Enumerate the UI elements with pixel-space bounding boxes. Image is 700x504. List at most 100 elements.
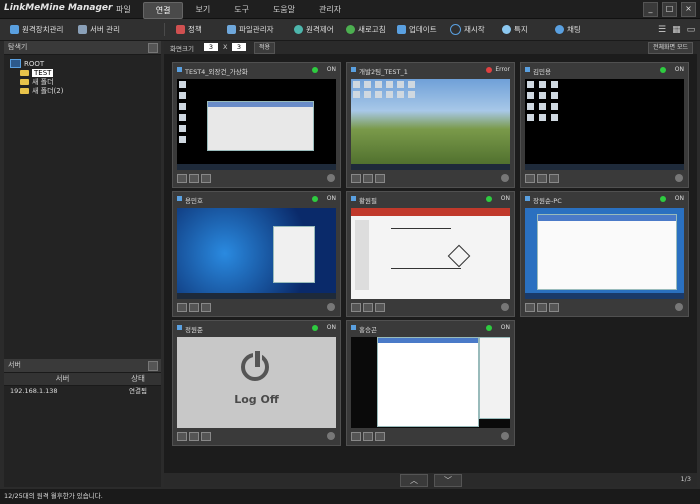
info-icon[interactable] bbox=[549, 303, 559, 312]
restart-button[interactable]: 재시작 bbox=[450, 23, 485, 36]
logoff-label: Log Off bbox=[234, 393, 279, 406]
card-actions bbox=[525, 303, 559, 312]
settings-icon[interactable] bbox=[675, 303, 683, 311]
device-screen[interactable] bbox=[525, 208, 684, 299]
table-row[interactable]: 192.168.1.138 연결됨 bbox=[4, 386, 161, 397]
device-screen[interactable] bbox=[177, 79, 336, 170]
settings-icon[interactable] bbox=[501, 174, 509, 182]
rows-input[interactable]: 3 bbox=[232, 43, 246, 51]
device-card[interactable]: TEST4_외장건_가상화 ON bbox=[172, 62, 341, 188]
settings-icon[interactable] bbox=[501, 303, 509, 311]
info-icon[interactable] bbox=[375, 303, 385, 312]
device-icon bbox=[351, 325, 356, 330]
view-mode-buttons: ☰ ▦ ▭ bbox=[658, 23, 695, 36]
settings-icon[interactable] bbox=[327, 303, 335, 311]
view-icon[interactable] bbox=[177, 303, 187, 312]
menu-view[interactable]: 보기 bbox=[183, 2, 222, 17]
control-icon[interactable] bbox=[189, 303, 199, 312]
remote-control-icon bbox=[294, 25, 303, 34]
col-status[interactable]: 상태 bbox=[115, 373, 161, 385]
remote-control-button[interactable]: 원격제어 bbox=[294, 23, 334, 36]
settings-icon[interactable] bbox=[675, 174, 683, 182]
card-header: 용민호 ON bbox=[173, 192, 340, 206]
device-card[interactable]: 김민용 ON bbox=[520, 62, 689, 188]
view-icon[interactable] bbox=[177, 174, 187, 183]
device-screen[interactable]: Log Off bbox=[177, 337, 336, 428]
apply-button[interactable]: 적용 bbox=[254, 42, 276, 54]
control-icon[interactable] bbox=[363, 432, 373, 441]
control-icon[interactable] bbox=[537, 174, 547, 183]
menu-admin[interactable]: 관리자 bbox=[307, 2, 353, 17]
server-close-button[interactable] bbox=[148, 361, 158, 371]
remote-device-button[interactable]: 원격장치관리 bbox=[10, 23, 63, 36]
page-down-button[interactable]: ﹀ bbox=[434, 474, 462, 487]
info-icon[interactable] bbox=[375, 432, 385, 441]
menu-connect[interactable]: 연결 bbox=[142, 2, 184, 19]
device-icon bbox=[525, 67, 530, 72]
device-card[interactable]: 용민호 ON bbox=[172, 191, 341, 317]
control-icon[interactable] bbox=[363, 174, 373, 183]
status-dot-icon bbox=[486, 196, 492, 202]
device-card[interactable]: 정원준 ON Log Off bbox=[172, 320, 341, 446]
view-icon[interactable] bbox=[351, 432, 361, 441]
minimize-button[interactable]: _ bbox=[643, 2, 658, 17]
control-icon[interactable] bbox=[363, 303, 373, 312]
info-icon[interactable] bbox=[201, 303, 211, 312]
power-label: 특지 bbox=[514, 25, 528, 34]
policy-button[interactable]: 정책 bbox=[176, 23, 202, 36]
col-server[interactable]: 서버 bbox=[4, 373, 115, 385]
explorer-close-button[interactable] bbox=[148, 43, 158, 53]
update-button[interactable]: 업데이트 bbox=[397, 23, 437, 36]
view-icon[interactable] bbox=[351, 174, 361, 183]
view-icon[interactable] bbox=[351, 303, 361, 312]
power-button[interactable]: 특지 bbox=[502, 23, 528, 36]
fullscreen-mode-button[interactable]: 전체화면 모드 bbox=[647, 42, 693, 54]
device-screen[interactable] bbox=[177, 208, 336, 299]
view-icon[interactable] bbox=[177, 432, 187, 441]
device-status: ON bbox=[326, 195, 336, 202]
view-icon[interactable] bbox=[525, 303, 535, 312]
view-icon[interactable] bbox=[525, 174, 535, 183]
tree-root[interactable]: ROOT bbox=[10, 59, 161, 68]
info-icon[interactable] bbox=[201, 432, 211, 441]
device-name: 용민호 bbox=[185, 197, 203, 205]
device-card[interactable]: 홍승곤 ON bbox=[346, 320, 515, 446]
info-icon[interactable] bbox=[375, 174, 385, 183]
control-icon[interactable] bbox=[189, 432, 199, 441]
tree-item-new-folder-2[interactable]: 새 폴더(2) bbox=[10, 86, 161, 95]
grid-view-icon[interactable]: ▦ bbox=[672, 25, 681, 35]
menu-file[interactable]: 파일 bbox=[104, 2, 143, 17]
taskbar bbox=[351, 164, 510, 170]
settings-icon[interactable] bbox=[327, 432, 335, 440]
device-screen[interactable] bbox=[525, 79, 684, 170]
single-view-icon[interactable]: ▭ bbox=[687, 25, 696, 35]
control-icon[interactable] bbox=[537, 303, 547, 312]
control-icon[interactable] bbox=[189, 174, 199, 183]
menu-tools[interactable]: 도구 bbox=[222, 2, 261, 17]
chat-button[interactable]: 채팅 bbox=[555, 23, 581, 36]
file-manager-button[interactable]: 파일관리자 bbox=[227, 23, 274, 36]
device-screen[interactable] bbox=[351, 79, 510, 170]
device-card[interactable]: 황원필 ON bbox=[346, 191, 515, 317]
info-icon[interactable] bbox=[201, 174, 211, 183]
menu-help[interactable]: 도움말 bbox=[261, 2, 307, 17]
page-up-button[interactable]: ︿ bbox=[400, 474, 428, 487]
server-manage-button[interactable]: 서버 관리 bbox=[78, 23, 120, 36]
cols-input[interactable]: 3 bbox=[204, 43, 218, 51]
left-panel: 탐색기 ROOT TEST 새 폴더 새 폴더(2) 서버 서버 상태 192.… bbox=[4, 41, 161, 487]
window-controls: _ □ × bbox=[643, 2, 696, 17]
device-screen[interactable] bbox=[351, 337, 510, 428]
list-view-icon[interactable]: ☰ bbox=[658, 25, 666, 35]
device-card[interactable]: 장원순-PC ON bbox=[520, 191, 689, 317]
card-header: 개발2팀_TEST_1 Error bbox=[347, 63, 514, 77]
device-card[interactable]: 개발2팀_TEST_1 Error bbox=[346, 62, 515, 188]
settings-icon[interactable] bbox=[501, 432, 509, 440]
server-panel: 서버 서버 상태 192.168.1.138 연결됨 bbox=[4, 359, 161, 397]
settings-icon[interactable] bbox=[327, 174, 335, 182]
info-icon[interactable] bbox=[549, 174, 559, 183]
close-button[interactable]: × bbox=[681, 2, 696, 17]
maximize-button[interactable]: □ bbox=[662, 2, 677, 17]
device-screen[interactable] bbox=[351, 208, 510, 299]
refresh-button[interactable]: 새로고침 bbox=[346, 23, 386, 36]
server-status: 연결됨 bbox=[129, 387, 147, 395]
